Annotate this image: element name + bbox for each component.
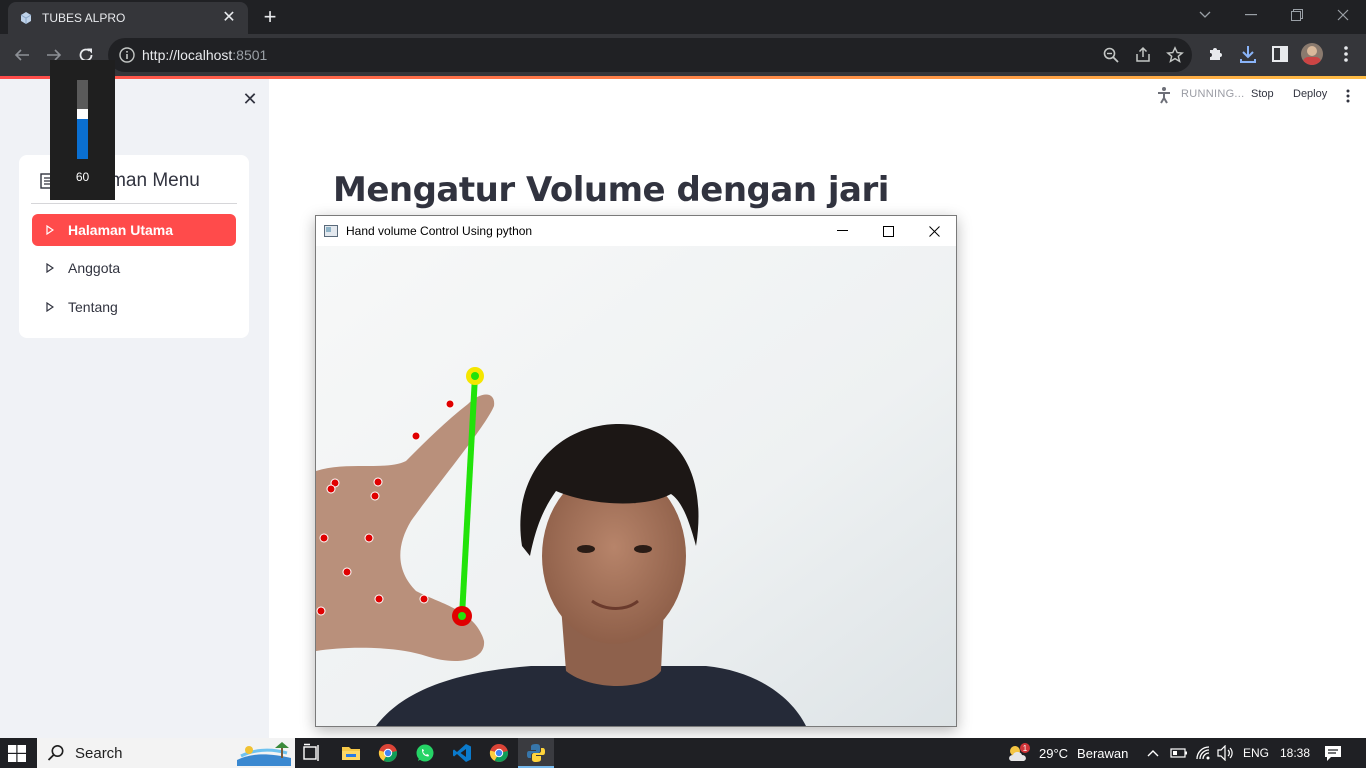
share-icon[interactable] bbox=[1134, 46, 1152, 64]
chrome-profile-icon[interactable] bbox=[489, 743, 509, 763]
minimize-window-icon[interactable] bbox=[1228, 0, 1274, 30]
url-port: :8501 bbox=[232, 47, 268, 63]
tab-close-icon[interactable]: ✕ bbox=[220, 9, 238, 27]
volume-track bbox=[77, 80, 88, 159]
window-app-icon bbox=[324, 225, 338, 237]
running-man-icon bbox=[1158, 87, 1170, 104]
profile-avatar[interactable] bbox=[1301, 43, 1323, 65]
battery-icon[interactable] bbox=[1170, 746, 1188, 760]
menu-item-label: Halaman Utama bbox=[68, 222, 174, 238]
menu-item-tentang[interactable]: Tentang bbox=[32, 291, 236, 323]
speaker-volume-icon[interactable] bbox=[1217, 745, 1235, 761]
restore-window-icon[interactable] bbox=[1274, 0, 1320, 30]
back-arrow-icon[interactable] bbox=[9, 42, 35, 68]
stop-button[interactable]: Stop bbox=[1251, 88, 1274, 100]
search-label: Search bbox=[75, 744, 123, 762]
opencv-window[interactable]: Hand volume Control Using python bbox=[315, 215, 957, 727]
browser-tab[interactable]: TUBES ALPRO ✕ bbox=[8, 2, 248, 34]
browser-toolbar: http://localhost:8501 bbox=[0, 34, 1366, 76]
taskbar: Search 1 29°C Berawan ENG 18:38 bbox=[0, 738, 1366, 768]
play-triangle-icon bbox=[46, 263, 54, 273]
menu-item-halaman-utama[interactable]: Halaman Utama bbox=[32, 214, 236, 246]
chrome-icon[interactable] bbox=[378, 743, 398, 763]
task-view-icon[interactable] bbox=[302, 743, 322, 763]
new-tab-button[interactable]: + bbox=[258, 6, 282, 30]
sidebar-close-icon[interactable]: ✕ bbox=[240, 89, 260, 109]
cv-minimize-icon[interactable] bbox=[819, 216, 865, 246]
sidebar: ✕ Halaman Menu Halaman Utama Anggota Ten… bbox=[0, 79, 269, 738]
menu-item-anggota[interactable]: Anggota bbox=[32, 252, 236, 284]
notification-badge: 1 bbox=[1023, 744, 1028, 753]
streamlit-menu-dots-icon[interactable] bbox=[1342, 88, 1354, 104]
webcam-frame-image bbox=[316, 246, 956, 726]
browser-menu-dots-icon[interactable] bbox=[1336, 44, 1356, 64]
volume-value: 60 bbox=[75, 170, 90, 184]
python-icon bbox=[527, 744, 545, 762]
cv-close-icon[interactable] bbox=[911, 216, 957, 246]
address-bar[interactable]: http://localhost:8501 bbox=[108, 38, 1192, 72]
zoom-icon[interactable] bbox=[1102, 46, 1120, 64]
play-triangle-icon bbox=[46, 302, 54, 312]
running-status: RUNNING... bbox=[1181, 88, 1245, 100]
page-title: Mengatur Volume dengan jari bbox=[333, 170, 889, 210]
side-panel-icon[interactable] bbox=[1270, 44, 1290, 64]
vscode-icon[interactable] bbox=[452, 743, 472, 763]
cloud-weather-icon: 1 bbox=[1009, 743, 1030, 761]
opencv-window-title: Hand volume Control Using python bbox=[346, 224, 533, 238]
whatsapp-icon[interactable] bbox=[415, 743, 435, 763]
close-window-icon[interactable] bbox=[1320, 0, 1366, 30]
menu-item-label: Tentang bbox=[68, 299, 118, 315]
menu-item-label: Anggota bbox=[68, 260, 121, 276]
tray-chevron-up-icon[interactable] bbox=[1147, 748, 1159, 758]
url-host: http://localhost bbox=[142, 47, 233, 63]
volume-thumb bbox=[77, 109, 88, 119]
extensions-puzzle-icon[interactable] bbox=[1206, 44, 1226, 64]
search-icon bbox=[47, 745, 64, 761]
weather-desc: Berawan bbox=[1077, 745, 1129, 761]
browser-tab-strip: TUBES ALPRO ✕ + bbox=[0, 0, 1366, 34]
cv-maximize-icon[interactable] bbox=[865, 216, 911, 246]
weather-temp: 29°C bbox=[1039, 745, 1069, 761]
weather-widget[interactable]: 1 29°C Berawan bbox=[1006, 738, 1128, 768]
windows-start-icon[interactable] bbox=[8, 745, 26, 762]
menu-divider bbox=[31, 203, 237, 204]
language-label: ENG bbox=[1243, 746, 1270, 760]
play-triangle-icon bbox=[46, 225, 54, 235]
tab-search-chevron-down-icon[interactable] bbox=[1182, 0, 1228, 30]
webcam-feed bbox=[316, 246, 956, 726]
tab-title: TUBES ALPRO bbox=[42, 11, 126, 25]
clock-time: 18:38 bbox=[1280, 746, 1311, 760]
url-text: http://localhost:8501 bbox=[142, 47, 267, 63]
download-icon[interactable] bbox=[1238, 44, 1258, 64]
python-app-button[interactable] bbox=[518, 738, 554, 768]
file-explorer-icon[interactable] bbox=[341, 743, 361, 763]
taskbar-search-box[interactable]: Search bbox=[37, 738, 295, 768]
volume-overlay: 60 bbox=[50, 60, 115, 200]
volume-fill bbox=[77, 119, 88, 159]
streamlit-favicon-icon bbox=[20, 12, 32, 24]
avatar-face bbox=[1307, 46, 1317, 56]
language-indicator[interactable]: ENG bbox=[1243, 738, 1269, 768]
notification-center-icon[interactable] bbox=[1324, 745, 1342, 762]
clock[interactable]: 18:38 bbox=[1280, 738, 1310, 768]
deploy-button[interactable]: Deploy bbox=[1293, 88, 1327, 100]
wifi-icon[interactable] bbox=[1195, 745, 1211, 761]
search-highlight-illustration-icon bbox=[237, 742, 291, 766]
avatar-body bbox=[1303, 57, 1321, 65]
site-info-icon[interactable] bbox=[118, 46, 136, 64]
bookmark-star-icon[interactable] bbox=[1166, 46, 1184, 64]
